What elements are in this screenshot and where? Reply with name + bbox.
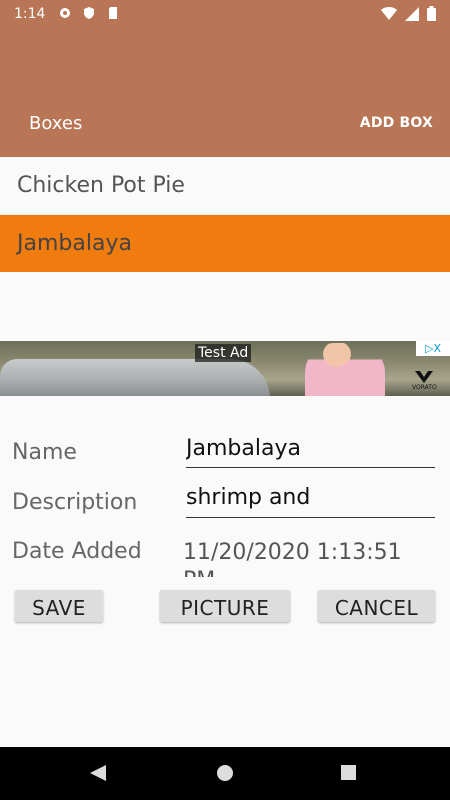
adchoices-icon[interactable]: ▷X <box>416 341 450 356</box>
ad-banner[interactable]: Test Ad ▷X VORATO <box>0 341 450 396</box>
date-added-label: Date Added <box>12 539 142 564</box>
ad-person-image <box>305 343 385 396</box>
picture-button-label: PICTURE <box>180 596 270 620</box>
date-added-text: 11/20/2020 1:13:51 <box>183 540 402 565</box>
gear-icon <box>60 8 70 18</box>
date-added-value: 11/20/2020 1:13:51 PM <box>183 539 443 577</box>
cancel-button[interactable]: CANCEL <box>318 590 435 622</box>
battery-icon <box>427 6 436 21</box>
ad-car-image <box>0 359 270 396</box>
status-bar: 1:14 <box>0 0 450 28</box>
box-list: Chicken Pot Pie Jambalaya <box>0 157 450 272</box>
date-added-text-wrap: PM <box>183 567 443 577</box>
system-nav-bar <box>0 747 450 800</box>
picture-button[interactable]: PICTURE <box>160 590 290 622</box>
wifi-icon <box>381 6 397 20</box>
shield-icon <box>84 7 94 19</box>
add-box-button[interactable]: ADD BOX <box>360 115 433 131</box>
name-label: Name <box>12 440 77 465</box>
list-item-selected[interactable]: Jambalaya <box>0 215 450 272</box>
save-button[interactable]: SAVE <box>15 590 103 622</box>
signal-icon <box>405 6 419 21</box>
ad-label: Test Ad <box>195 344 252 362</box>
home-icon[interactable] <box>217 765 233 781</box>
list-item[interactable]: Chicken Pot Pie <box>0 157 450 215</box>
description-field[interactable]: shrimp and <box>186 486 435 518</box>
cancel-button-label: CANCEL <box>334 596 419 620</box>
back-icon[interactable] <box>90 765 106 781</box>
status-time: 1:14 <box>14 6 46 22</box>
recents-icon[interactable] <box>341 765 356 780</box>
ad-logo-text: VORATO <box>412 384 437 391</box>
ad-logo: VORATO <box>412 371 437 391</box>
name-field[interactable]: Jambalaya <box>186 436 435 468</box>
sd-card-icon <box>109 7 117 19</box>
ad-logo-icon <box>415 371 433 383</box>
save-button-label: SAVE <box>32 596 86 620</box>
app-bar: 1:14 Boxes ADD BOX <box>0 0 450 157</box>
description-label: Description <box>12 490 138 515</box>
page-title: Boxes <box>29 113 83 134</box>
